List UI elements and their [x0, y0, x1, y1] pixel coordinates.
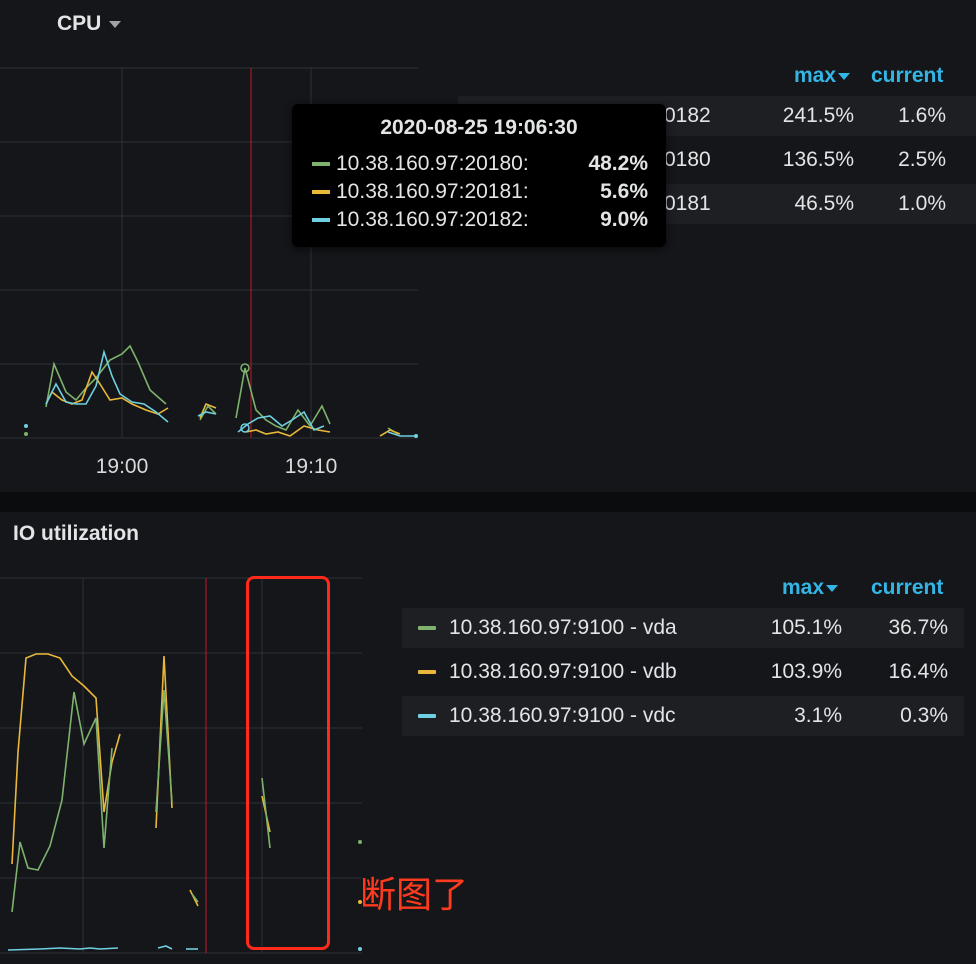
io-utilization-panel: IO utilization max current 10.38.160.97:… — [0, 512, 976, 964]
tooltip-series-value: 48.2% — [588, 152, 648, 175]
annotation-highlight-box — [246, 576, 330, 950]
graph-tooltip: 2020-08-25 19:06:30 10.38.160.97:20180: … — [292, 104, 666, 247]
legend-row[interactable]: 10.38.160.97:9100 - vdb 103.9% 16.4% — [402, 652, 964, 692]
tooltip-series-value: 5.6% — [600, 180, 648, 203]
series-line-20181 — [45, 370, 401, 437]
sort-desc-icon — [838, 72, 851, 80]
legend-series-name: 0182 — [664, 104, 711, 127]
series-line-vdb — [11, 653, 271, 907]
sort-desc-icon — [826, 584, 839, 592]
data-point — [24, 424, 28, 428]
legend-max-value: 3.1% — [794, 704, 842, 727]
tooltip-series-name: 10.38.160.97:20180: — [336, 152, 529, 175]
legend-max-value: 103.9% — [770, 660, 842, 683]
series-swatch — [418, 714, 436, 718]
tooltip-series-name: 10.38.160.97:20182: — [336, 208, 529, 231]
series-swatch — [418, 626, 436, 630]
legend-series-name: 10.38.160.97:9100 - vdb — [449, 660, 677, 683]
series-line-20182 — [45, 349, 416, 437]
cpu-panel: CPU 19:00 19:10 max current 0182 241.5% … — [0, 0, 976, 492]
series-line-vda — [11, 689, 271, 913]
legend-sort-max[interactable]: max — [794, 64, 851, 88]
legend-series-name: 0181 — [664, 192, 711, 215]
x-tick-label: 19:10 — [285, 455, 338, 478]
legend-row[interactable]: 10.38.160.97:9100 - vda 105.1% 36.7% — [402, 608, 964, 648]
legend-max-value: 46.5% — [794, 192, 854, 215]
series-swatch — [312, 218, 330, 222]
data-point — [24, 432, 28, 436]
legend-current-value: 36.7% — [888, 616, 948, 639]
data-point — [358, 840, 362, 844]
annotation-label: 断图了 — [360, 874, 469, 915]
data-point — [414, 434, 418, 438]
legend-col-current[interactable]: current — [871, 64, 943, 88]
legend-col-max: max — [782, 576, 825, 599]
legend-row[interactable]: 10.38.160.97:9100 - vdc 3.1% 0.3% — [402, 696, 964, 736]
legend-series-name: 10.38.160.97:9100 - vdc — [449, 704, 676, 727]
tooltip-series-value: 9.0% — [600, 208, 648, 231]
legend-current-value: 16.4% — [888, 660, 948, 683]
tooltip-row: 10.38.160.97:20180: 48.2% — [312, 150, 648, 178]
legend-max-value: 136.5% — [782, 148, 854, 171]
series-swatch — [418, 670, 436, 674]
legend-series-name: 10.38.160.97:9100 - vda — [449, 616, 677, 639]
legend-current-value: 1.0% — [898, 192, 946, 215]
legend-col-current[interactable]: current — [871, 576, 943, 600]
data-point — [358, 947, 362, 951]
legend-max-value: 241.5% — [782, 104, 854, 127]
legend-current-value: 1.6% — [898, 104, 946, 127]
tooltip-row: 10.38.160.97:20181: 5.6% — [312, 178, 648, 206]
legend-current-value: 0.3% — [900, 704, 948, 727]
legend-current-value: 2.5% — [898, 148, 946, 171]
series-swatch — [312, 190, 330, 194]
series-swatch — [312, 162, 330, 166]
series-line-vdc — [7, 945, 198, 951]
series-line-20180 — [45, 344, 399, 435]
legend-series-name: 0180 — [664, 148, 711, 171]
tooltip-time: 2020-08-25 19:06:30 — [380, 116, 578, 139]
legend-max-value: 105.1% — [770, 616, 842, 639]
x-tick-label: 19:00 — [96, 455, 149, 478]
tooltip-row: 10.38.160.97:20182: 9.0% — [312, 206, 648, 234]
legend-col-max: max — [794, 64, 837, 87]
legend-sort-max[interactable]: max — [782, 576, 839, 600]
tooltip-series-name: 10.38.160.97:20181: — [336, 180, 529, 203]
